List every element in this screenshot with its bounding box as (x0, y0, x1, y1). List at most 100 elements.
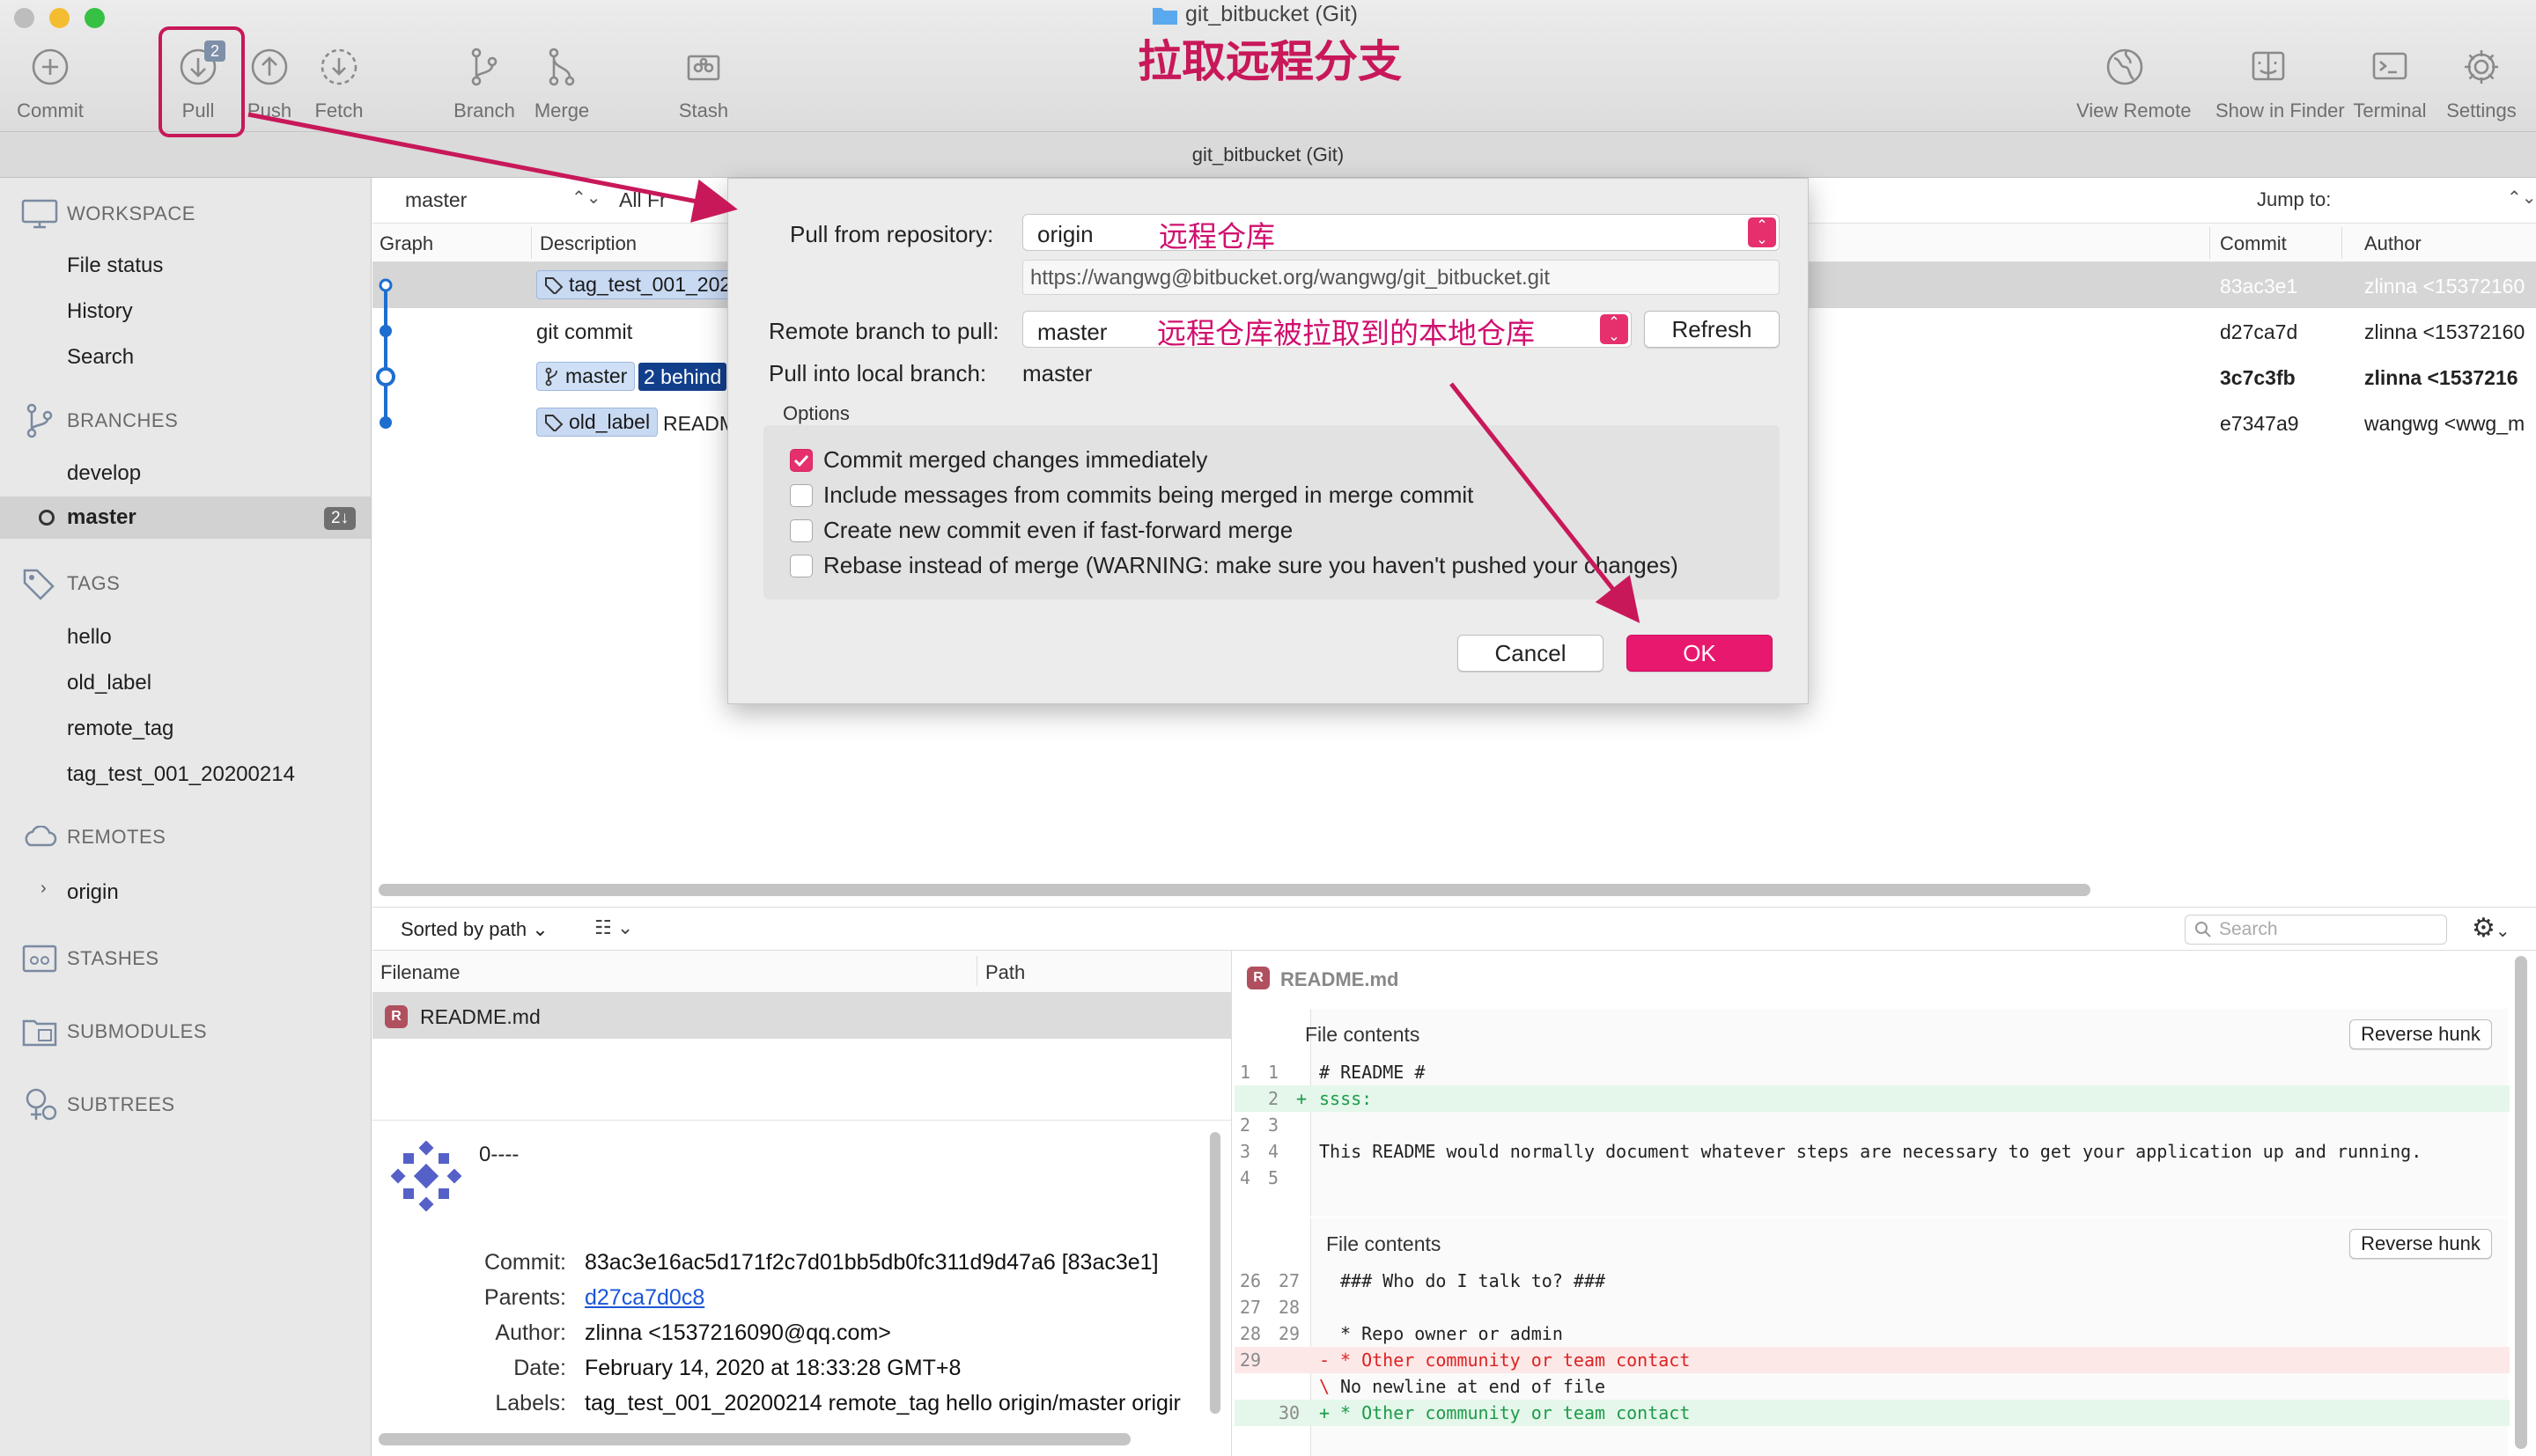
gear-menu-icon[interactable]: ⚙⌄ (2472, 913, 2510, 944)
merge-button[interactable]: Merge (513, 44, 610, 122)
workspace-section-header[interactable]: WORKSPACE (21, 199, 195, 229)
submodules-section-header[interactable]: SUBMODULES (21, 1016, 207, 1048)
sidebar-item-tag-old-label[interactable]: old_label (67, 671, 151, 695)
push-up-icon (251, 48, 288, 85)
terminal-button[interactable]: Terminal (2341, 44, 2438, 122)
option-include-messages[interactable]: Include messages from commits being merg… (790, 482, 1473, 509)
tag-icon (545, 414, 564, 431)
reverse-hunk-button[interactable]: Reverse hunk (2349, 1229, 2492, 1259)
hunk-title: File contents (1326, 1232, 1441, 1255)
commit-sha: 83ac3e16ac5d171f2c7d01bb5db0fc311d9d47a6… (585, 1250, 1159, 1275)
details-vertical-scrollbar[interactable] (1210, 1132, 1220, 1414)
sidebar: WORKSPACE File status History Search BRA… (0, 178, 372, 1456)
author-label: Author: (495, 1320, 566, 1345)
option-commit-immediately[interactable]: Commit merged changes immediately (790, 446, 1207, 474)
remotes-section-header[interactable]: REMOTES (21, 826, 166, 849)
column-commit[interactable]: Commit (2220, 232, 2287, 255)
new-line-number: 3 (1268, 1114, 1279, 1136)
diff-text: # README # (1319, 1062, 1426, 1083)
remote-branch-select[interactable]: master 远程仓库被拉取到的本地仓库 ⌃ ⌄ (1022, 311, 1632, 350)
sidebar-item-develop[interactable]: develop (67, 461, 141, 486)
column-author[interactable]: Author (2364, 232, 2422, 255)
new-line-number: 30 (1279, 1402, 1301, 1423)
branch-select[interactable]: master (405, 188, 467, 212)
new-line-number: 5 (1268, 1167, 1279, 1188)
pull-highlight-box (158, 26, 245, 137)
commit-graph (376, 278, 395, 429)
sidebar-item-search[interactable]: Search (67, 345, 134, 370)
sidebar-item-tag-tag-test[interactable]: tag_test_001_20200214 (67, 762, 295, 787)
diff-search-input[interactable]: Search (2185, 915, 2447, 945)
checkbox-icon (790, 554, 813, 577)
sidebar-item-master-label: master (67, 505, 136, 529)
sidebar-item-tag-remote-tag[interactable]: remote_tag (67, 717, 173, 741)
tag-chip: old_label (536, 408, 659, 437)
option-rebase[interactable]: Rebase instead of merge (WARNING: make s… (790, 552, 1678, 579)
list-view-icon[interactable]: ☷ ⌄ (594, 916, 633, 939)
file-name: README.md (420, 1005, 541, 1028)
reverse-hunk-button[interactable]: Reverse hunk (2349, 1019, 2492, 1049)
merge-icon (549, 48, 575, 86)
column-filename[interactable]: Filename (380, 961, 460, 984)
commit-hash: e7347a9 (2220, 412, 2299, 435)
zoom-window-button[interactable] (85, 8, 105, 28)
sidebar-item-origin[interactable]: origin (67, 880, 119, 905)
column-divider (2209, 227, 2210, 259)
old-line-number: 3 (1240, 1141, 1251, 1162)
parent-link[interactable]: d27ca7d0c8 (585, 1280, 1205, 1315)
sidebar-item-master[interactable]: master 2↓ (0, 496, 371, 539)
view-remote-button[interactable]: View Remote (2076, 44, 2191, 122)
details-horizontal-scrollbar[interactable] (379, 1433, 1131, 1445)
tags-section-header[interactable]: TAGS (21, 567, 120, 600)
diff-line (1235, 1085, 2510, 1112)
old-line-number: 29 (1240, 1349, 1262, 1371)
parents-label: Parents: (483, 1285, 566, 1310)
sidebar-item-file-status[interactable]: File status (67, 254, 163, 278)
old-line-number: 26 (1240, 1270, 1262, 1291)
stashes-section-header[interactable]: STASHES (21, 944, 159, 974)
column-path[interactable]: Path (985, 961, 1025, 984)
local-branch-value: master (1022, 360, 1093, 386)
sidebar-item-tag-hello[interactable]: hello (67, 625, 112, 650)
checkbox-icon (790, 518, 813, 542)
file-row[interactable]: R README.md (372, 993, 1232, 1039)
diff-line (1235, 1059, 2510, 1085)
options-label: Options (783, 402, 850, 424)
history-horizontal-scrollbar[interactable] (379, 884, 2090, 896)
ok-button[interactable]: OK (1626, 635, 1773, 672)
minimize-window-button[interactable] (49, 8, 70, 28)
commit-meta-labels: Commit: Parents: Author: Date: Labels: (372, 1245, 566, 1421)
column-description[interactable]: Description (540, 232, 637, 255)
options-group: Commit merged changes immediately Includ… (763, 425, 1780, 599)
annotation-title: 拉取远程分支 (1138, 36, 1402, 87)
chevron-right-icon[interactable]: › (41, 879, 47, 899)
annotation-remote-repo: 远程仓库 (1159, 219, 1275, 254)
commit-button[interactable]: Commit (2, 44, 99, 122)
branch-icon (545, 367, 557, 386)
stash-button[interactable]: Stash (655, 44, 752, 122)
sort-menu[interactable]: Sorted by path ⌄ (401, 918, 549, 941)
jump-to-label: Jump to: (2257, 188, 2332, 210)
annotation-remote-branch: 远程仓库被拉取到的本地仓库 (1157, 316, 1535, 350)
option-new-commit[interactable]: Create new commit even if fast-forward m… (790, 517, 1293, 544)
column-graph[interactable]: Graph (380, 232, 433, 255)
settings-button[interactable]: Settings (2433, 44, 2530, 122)
subtrees-section-header[interactable]: SUBTREES (21, 1088, 175, 1121)
sidebar-item-history[interactable]: History (67, 299, 133, 324)
fetch-button[interactable]: Fetch (291, 44, 387, 122)
diff-text: ### Who do I talk to? ### (1340, 1270, 1606, 1291)
all-branches-filter[interactable]: All Fr (619, 188, 667, 212)
jump-to-chevron-icon[interactable]: ⌃⌄ (2507, 187, 2536, 209)
show-in-finder-button[interactable]: Show in Finder (2215, 44, 2345, 122)
pull-from-label: Pull from repository: (790, 221, 994, 247)
cancel-button[interactable]: Cancel (1457, 635, 1603, 672)
new-line-number: 28 (1279, 1297, 1301, 1318)
cloud-icon (25, 826, 57, 847)
diff-vertical-scrollbar[interactable] (2515, 956, 2527, 1449)
branches-section-header[interactable]: BRANCHES (21, 403, 178, 438)
pull-from-select[interactable]: origin 远程仓库 ⌃ ⌄ (1022, 214, 1780, 254)
terminal-icon (2372, 52, 2407, 80)
column-divider (2341, 227, 2342, 259)
refresh-button[interactable]: Refresh (1644, 311, 1780, 348)
close-window-button[interactable] (14, 8, 34, 28)
